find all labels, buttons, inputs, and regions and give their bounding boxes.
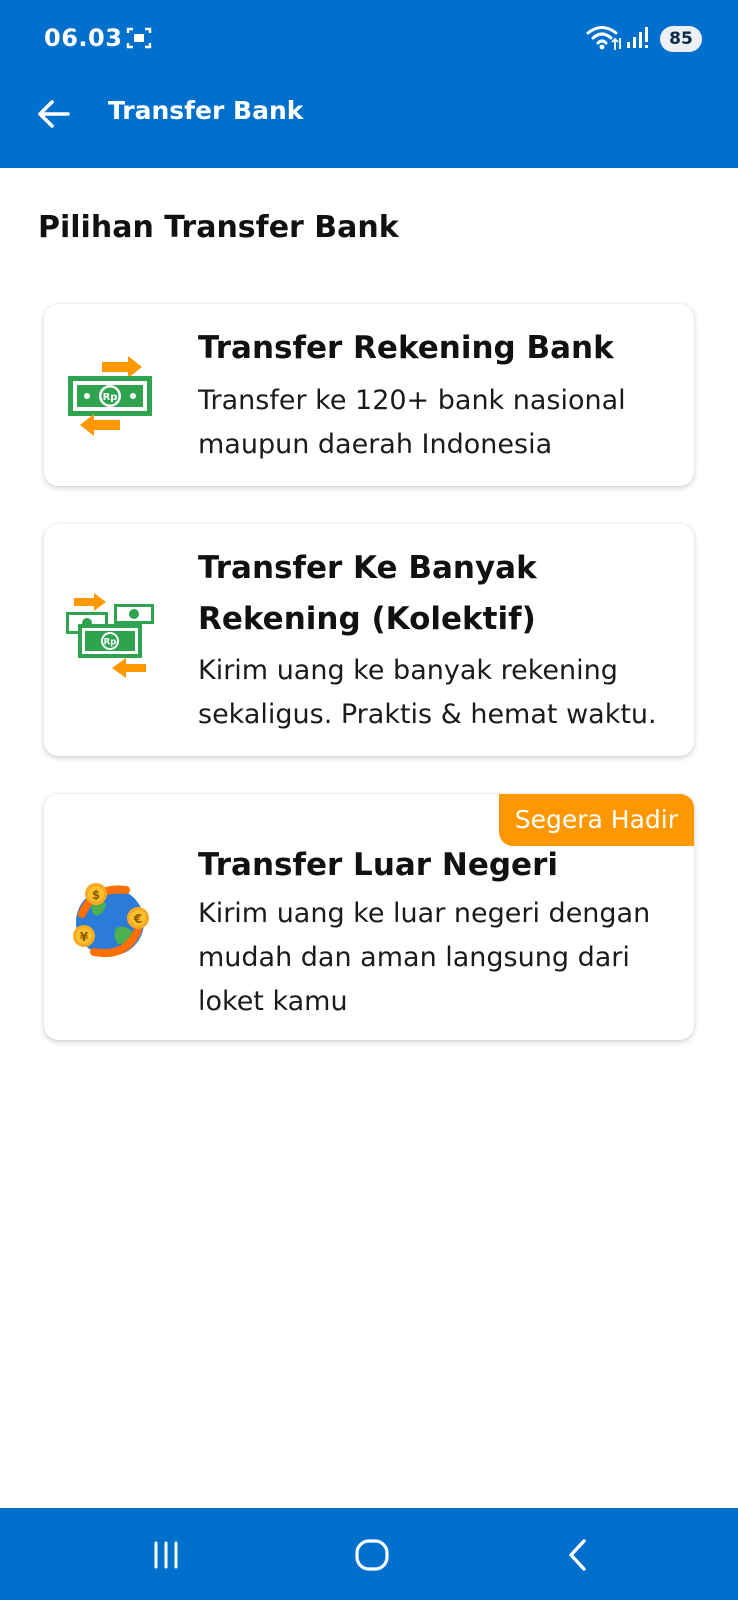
option-card-transfer-rekening[interactable]: Rp Transfer Rekening Bank Transfer ke 12…	[44, 304, 694, 486]
back-button[interactable]	[32, 92, 76, 136]
option-title: Transfer Luar Negeri	[198, 847, 558, 883]
system-nav-bar	[0, 1508, 738, 1600]
svg-text:Rp: Rp	[104, 638, 117, 648]
option-description: Kirim uang ke luar negeri dengan mudah d…	[198, 898, 651, 1017]
home-icon	[355, 1539, 389, 1571]
page-title: Transfer Bank	[108, 96, 304, 125]
option-description: Transfer ke 120+ bank nasional maupun da…	[198, 385, 626, 460]
coming-soon-badge: Segera Hadir	[498, 794, 694, 846]
status-bar: 06.03 85	[0, 0, 738, 78]
recent-apps-button[interactable]	[136, 1530, 196, 1580]
wifi-icon	[586, 24, 622, 52]
svg-text:$: $	[92, 888, 100, 902]
app-bar: 06.03 85 Transfer Bank	[0, 0, 738, 168]
arrow-left-icon	[38, 100, 70, 128]
signal-icon	[626, 26, 650, 50]
system-back-button[interactable]	[548, 1530, 608, 1580]
section-title: Pilihan Transfer Bank	[38, 210, 399, 245]
recent-apps-icon	[154, 1541, 178, 1569]
option-card-transfer-luar-negeri[interactable]: Segera Hadir $ € ¥ Transfer Luar Negeri …	[44, 794, 694, 1040]
option-description: Kirim uang ke banyak rekening sekaligus.…	[198, 655, 657, 730]
option-title: Transfer Ke Banyak Rekening (Kolektif)	[198, 550, 537, 637]
money-transfer-icon: Rp	[64, 348, 156, 440]
battery-indicator: 85	[660, 26, 702, 52]
svg-text:¥: ¥	[80, 930, 89, 944]
option-title: Transfer Rekening Bank	[198, 330, 614, 366]
screenshot-icon	[126, 26, 152, 50]
home-button[interactable]	[342, 1530, 402, 1580]
status-time: 06.03	[44, 24, 123, 52]
back-icon	[569, 1539, 586, 1571]
bulk-transfer-icon: Rp	[64, 592, 156, 684]
svg-text:Rp: Rp	[103, 392, 118, 403]
svg-text:€: €	[133, 912, 142, 926]
option-card-transfer-kolektif[interactable]: Rp Transfer Ke Banyak Rekening (Kolektif…	[44, 524, 694, 756]
global-currency-icon: $ € ¥	[64, 874, 156, 966]
